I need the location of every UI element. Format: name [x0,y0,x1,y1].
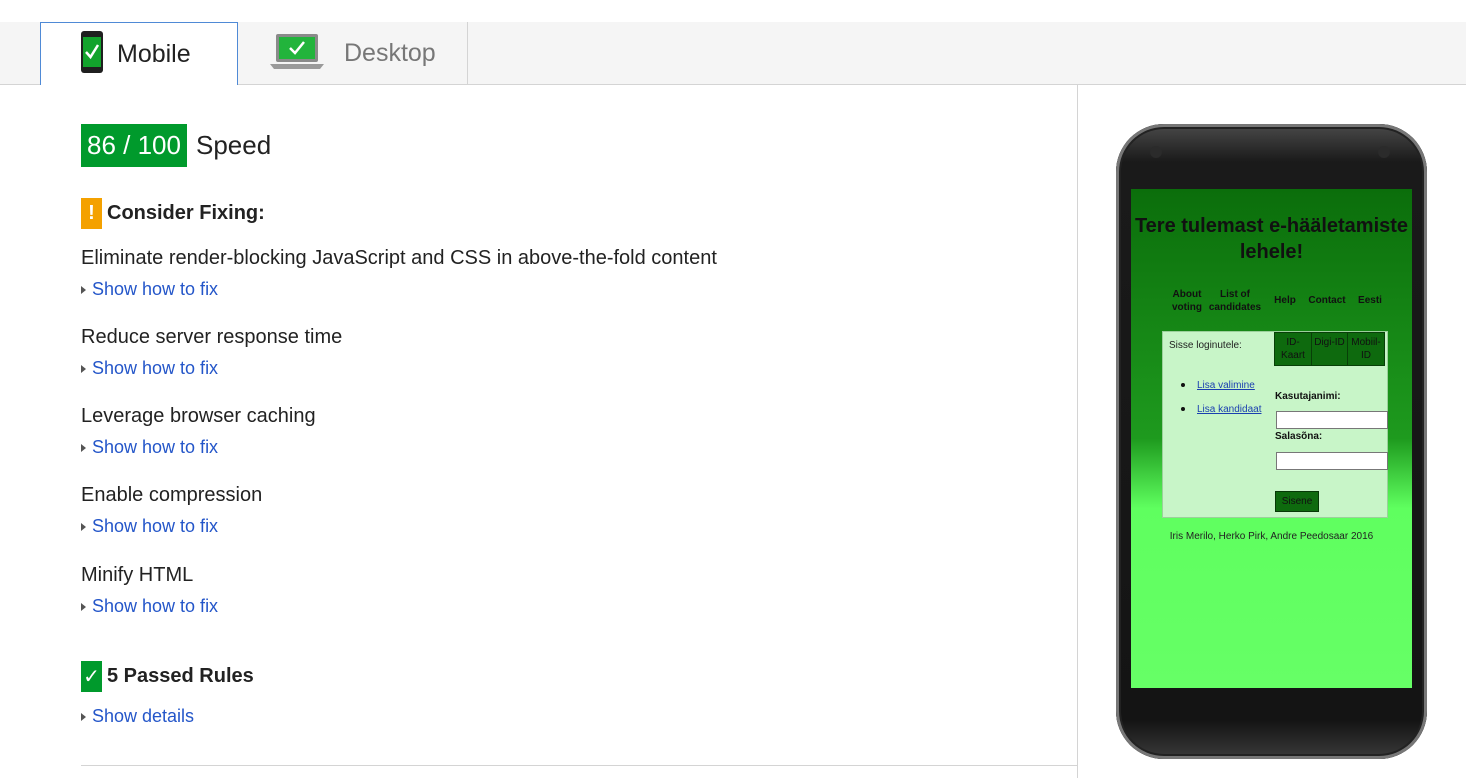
preview-nav-help: Help [1274,295,1296,306]
preview-tab-id-kaart: ID-Kaart [1274,332,1312,366]
panel-divider [1077,85,1078,778]
preview-tab-mobiil-id: Mobiil-ID [1347,332,1385,366]
preview-tab-digi-id: Digi-ID [1311,332,1348,366]
rule-title: Enable compression [81,484,263,506]
preview-nav-candidates: List of candidates [1208,289,1262,313]
expand-triangle-icon [81,712,86,721]
score-badge: 86 / 100 [81,124,187,167]
expand-triangle-icon [81,602,86,611]
checkmark-icon: ✓ [81,661,102,692]
score-label: Speed [195,130,272,160]
preview-username-field [1276,411,1388,429]
rule-item: Eliminate render-blocking JavaScript and… [81,247,717,300]
passed-rules-title: 5 Passed Rules [107,665,254,687]
rule-item: Reduce server response time Show how to … [81,326,342,379]
passed-details: Show details [81,697,194,727]
smartphone-check-icon [81,30,103,78]
rule-item: Enable compression Show how to fix [81,484,262,537]
preview-password-field [1276,452,1388,470]
speed-score: 86 / 100 Speed [81,124,1071,167]
tab-mobile[interactable]: Mobile [40,22,238,85]
rule-item: Minify HTML Show how to fix [81,564,218,617]
show-how-to-fix-link[interactable]: Show how to fix [81,358,342,379]
passed-rules-header: ✓ 5 Passed Rules [81,661,254,692]
show-how-to-fix-link[interactable]: Show how to fix [81,516,262,537]
consider-fixing-header: ! Consider Fixing: [81,198,265,229]
tab-desktop[interactable]: Desktop [238,22,468,84]
device-tab-bar: Mobile Desktop [0,22,1466,85]
expand-triangle-icon [81,364,86,373]
warning-icon: ! [81,198,102,229]
show-how-to-fix-link[interactable]: Show how to fix [81,279,717,300]
tab-mobile-label: Mobile [117,39,191,68]
preview-login-label: Sisse loginutele: [1169,340,1242,351]
preview-nav-about: About voting [1172,289,1202,313]
rule-title: Leverage browser caching [81,405,316,427]
preview-username-label: Kasutajanimi: [1275,391,1341,402]
preview-title: Tere tulemast e-hääletamiste lehele! [1134,215,1409,263]
preview-password-label: Salasõna: [1275,431,1323,442]
rule-title: Minify HTML [81,564,194,586]
preview-nav-contact: Contact [1308,295,1346,306]
rule-title: Reduce server response time [81,326,343,348]
mobile-preview-screen: Tere tulemast e-hääletamiste lehele! Abo… [1131,189,1412,688]
rule-title: Eliminate render-blocking JavaScript and… [81,247,717,269]
list-item: Lisa kandidaat [1181,397,1262,421]
preview-link-list: Lisa valimine Lisa kandidaat [1181,373,1262,421]
preview-login-box: Sisse loginutele: ID-Kaart Digi-ID Mobii… [1162,331,1388,518]
preview-footer: Iris Merilo, Herko Pirk, Andre Peedosaar… [1169,531,1374,542]
rule-item: Leverage browser caching Show how to fix [81,405,316,458]
list-item: Lisa valimine [1181,373,1262,397]
laptop-check-icon [268,32,326,75]
consider-fixing-title: Consider Fixing: [107,202,265,224]
preview-nav-language: Eesti [1358,295,1382,306]
bottom-divider [81,765,1077,766]
results-panel: 86 / 100 Speed ! Consider Fixing: Elimin… [81,124,1071,726]
expand-triangle-icon [81,443,86,452]
show-how-to-fix-link[interactable]: Show how to fix [81,437,316,458]
show-details-link[interactable]: Show details [81,706,194,727]
expand-triangle-icon [81,285,86,294]
expand-triangle-icon [81,522,86,531]
show-how-to-fix-link[interactable]: Show how to fix [81,596,218,617]
preview-submit-button: Sisene [1275,491,1319,512]
camera-dot [1378,146,1390,158]
tab-desktop-label: Desktop [344,38,436,67]
speaker-dot [1150,146,1162,158]
